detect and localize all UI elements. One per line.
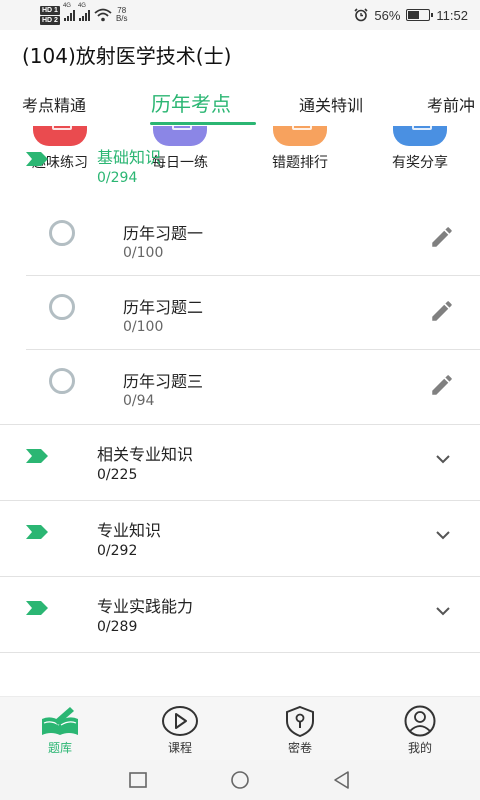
clock: 11:52	[436, 7, 468, 23]
radio-circle-icon	[49, 368, 75, 394]
user-icon	[404, 705, 436, 737]
page-title: (104)放射医学技术(士)	[22, 44, 232, 68]
home-circle-icon[interactable]	[230, 770, 250, 790]
net-speed: 78 B/s	[116, 7, 128, 23]
system-nav-bar	[0, 760, 480, 800]
battery-percent: 56%	[374, 7, 401, 23]
nav-tiku[interactable]: 题库	[0, 697, 120, 761]
signal-icon: 4G	[78, 3, 90, 21]
radio-circle-icon	[49, 294, 75, 320]
tab-kaodian-jingtong[interactable]: 考点精通	[22, 92, 86, 116]
net-speed-unit: B/s	[115, 14, 128, 23]
exercise-item[interactable]: 历年习题一 0/100	[26, 202, 480, 276]
pencil-icon[interactable]	[429, 224, 455, 250]
section-flag-icon	[26, 449, 48, 463]
section-header[interactable]: 相关专业知识 0/225	[0, 425, 480, 501]
share-icon	[393, 126, 447, 146]
section-name: 专业实践能力	[97, 597, 194, 616]
nav-wode[interactable]: 我的	[360, 697, 480, 761]
exercise-item[interactable]: 历年习题三 0/94	[26, 350, 480, 424]
practice-icon	[33, 126, 87, 146]
calendar-icon	[153, 126, 207, 146]
exercise-item[interactable]: 历年习题二 0/100	[26, 276, 480, 350]
tab-linian-kaodian[interactable]: 历年考点	[151, 88, 231, 117]
chevron-down-icon[interactable]	[434, 453, 452, 465]
nav-label: 题库	[47, 741, 72, 755]
exercise-count: 0/94	[123, 393, 155, 409]
sim2-badge: HD 2	[40, 15, 60, 25]
nav-kecheng[interactable]: 课程	[120, 697, 240, 761]
chevron-down-icon[interactable]	[434, 605, 452, 617]
status-right: 56% 11:52	[354, 0, 468, 30]
book-pen-icon	[42, 707, 78, 735]
chevron-down-icon[interactable]	[434, 529, 452, 541]
section-flag-icon	[26, 601, 48, 615]
status-left: HD 1 HD 2 4G 4G 78 B/s	[40, 3, 128, 26]
alarm-icon	[354, 8, 368, 22]
nav-label: 课程	[167, 741, 192, 755]
bottom-nav: 题库 课程 密卷 我的	[0, 696, 480, 760]
section-name: 专业知识	[97, 521, 162, 540]
exercise-name: 历年习题二	[123, 298, 204, 317]
tab-bar: 考点精通 历年考点 通关特训 考前冲	[0, 82, 480, 126]
sim-badges: HD 1 HD 2	[40, 5, 60, 25]
back-triangle-icon[interactable]	[332, 770, 352, 790]
section-count: 0/289	[97, 619, 138, 635]
tab-kaoqian-chong[interactable]: 考前冲	[427, 92, 475, 116]
section-count: 0/294	[97, 170, 138, 186]
recents-square-icon[interactable]	[128, 770, 148, 790]
shield-lock-icon	[286, 705, 314, 737]
section-header[interactable]: 专业知识 0/292	[0, 501, 480, 577]
divider	[0, 652, 480, 653]
active-tab-indicator	[150, 122, 256, 125]
section-count: 0/292	[97, 543, 138, 559]
nav-label: 密卷	[287, 741, 312, 755]
section-header[interactable]: 专业实践能力 0/289	[0, 577, 480, 653]
status-bar: HD 1 HD 2 4G 4G 78 B/s 56% 11:52	[0, 0, 480, 30]
section-header-expanded[interactable]: 基础知识 0/294	[0, 144, 480, 204]
exercise-count: 0/100	[123, 319, 164, 335]
section-count: 0/225	[97, 467, 138, 483]
section-name: 相关专业知识	[97, 445, 194, 464]
section-name: 基础知识	[97, 148, 162, 167]
section-flag-icon	[26, 152, 48, 166]
main-content[interactable]: 趣味练习 每日一练 错题排行 有奖分享 基础知识 0/294 历年习题一 0/1…	[0, 126, 480, 696]
ranking-icon	[273, 126, 327, 146]
play-icon	[162, 706, 198, 736]
battery-icon	[406, 9, 434, 21]
wifi-icon	[94, 8, 112, 22]
nav-mijuan[interactable]: 密卷	[240, 697, 360, 761]
exercise-name: 历年习题三	[123, 372, 204, 391]
signal-icon: 4G	[63, 3, 75, 21]
tab-tongguan-texun[interactable]: 通关特训	[299, 92, 363, 116]
nav-label: 我的	[407, 741, 432, 755]
exercise-count: 0/100	[123, 245, 164, 261]
exercise-name: 历年习题一	[123, 224, 204, 243]
pencil-icon[interactable]	[429, 298, 455, 324]
radio-circle-icon	[49, 220, 75, 246]
sim1-badge: HD 1	[40, 5, 60, 15]
section-flag-icon	[26, 525, 48, 539]
pencil-icon[interactable]	[429, 372, 455, 398]
